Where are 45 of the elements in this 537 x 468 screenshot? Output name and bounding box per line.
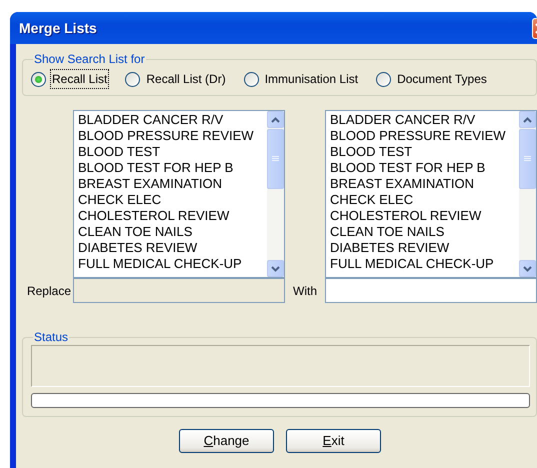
scroll-down-button[interactable] bbox=[519, 260, 536, 277]
list-item[interactable]: BLOOD TEST FOR HEP B bbox=[78, 160, 267, 176]
scroll-down-icon bbox=[271, 266, 280, 272]
list-item[interactable]: BLOOD PRESSURE REVIEW bbox=[78, 128, 267, 144]
list-item[interactable]: CLEAN TOE NAILS bbox=[78, 224, 267, 240]
window-title: Merge Lists bbox=[19, 18, 98, 38]
radio-option[interactable]: Immunisation List bbox=[244, 69, 360, 89]
grip-icon bbox=[524, 156, 531, 162]
scroll-down-icon bbox=[523, 266, 532, 272]
list-item[interactable]: DIABETES REVIEW bbox=[78, 240, 267, 256]
list-item[interactable]: BLOOD TEST FOR HEP B bbox=[330, 160, 519, 176]
radio-option[interactable]: Document Types bbox=[376, 69, 489, 89]
list-item[interactable]: FULL MEDICAL CHECK-UP bbox=[78, 256, 267, 272]
list-item[interactable]: BLADDER CANCER R/V bbox=[330, 112, 519, 128]
exit-button[interactable]: Exit bbox=[286, 429, 381, 453]
list-item[interactable]: BLOOD TEST bbox=[330, 144, 519, 160]
list-box[interactable]: BLADDER CANCER R/V BLOOD PRESSURE REVIEW BLOOD TEST BLOOD TEST FOR HEP B BREAST EXAMINATION CHECK ELEC CHOLESTEROL REVIEW CLEAN TOE NAILS DIABETES REVIEW FULL MEDICAL CHECK-UP bbox=[325, 110, 537, 278]
scrollbar-thumb[interactable] bbox=[267, 129, 284, 189]
field-label: With bbox=[292, 282, 318, 300]
list-item[interactable]: BLADDER CANCER R/V bbox=[78, 112, 267, 128]
list-item[interactable]: CHECK ELEC bbox=[78, 192, 267, 208]
list-item[interactable]: CLEAN TOE NAILS bbox=[330, 224, 519, 240]
scroll-up-icon bbox=[271, 116, 280, 122]
change-button[interactable]: Change bbox=[179, 429, 274, 453]
field-label: Replace bbox=[26, 282, 72, 300]
list-item[interactable]: BLOOD PRESSURE REVIEW bbox=[330, 128, 519, 144]
scroll-up-button[interactable] bbox=[267, 111, 284, 128]
scroll-up-icon bbox=[523, 116, 532, 122]
list-item[interactable]: BREAST EXAMINATION bbox=[78, 176, 267, 192]
group-title: Status bbox=[33, 330, 70, 344]
text-field[interactable] bbox=[325, 278, 537, 303]
list-item[interactable]: CHOLESTEROL REVIEW bbox=[78, 208, 267, 224]
grip-icon bbox=[272, 156, 279, 162]
scroll-down-button[interactable] bbox=[267, 260, 284, 277]
group-title: Show Search List for bbox=[33, 52, 146, 66]
radio-option[interactable]: Recall List (Dr) bbox=[125, 69, 228, 89]
list-item[interactable]: BLOOD TEST bbox=[78, 144, 267, 160]
list-item[interactable]: BREAST EXAMINATION bbox=[330, 176, 519, 192]
list-item[interactable]: CHECK ELEC bbox=[330, 192, 519, 208]
list-box[interactable]: BLADDER CANCER R/V BLOOD PRESSURE REVIEW BLOOD TEST BLOOD TEST FOR HEP B BREAST EXAMINATION CHECK ELEC CHOLESTEROL REVIEW CLEAN TOE NAILS DIABETES REVIEW FULL MEDICAL CHECK-UP bbox=[73, 110, 285, 278]
list-item[interactable]: DIABETES REVIEW bbox=[330, 240, 519, 256]
list-item[interactable]: CHOLESTEROL REVIEW bbox=[330, 208, 519, 224]
list-item[interactable]: FULL MEDICAL CHECK-UP bbox=[330, 256, 519, 272]
scrollbar-thumb[interactable] bbox=[519, 129, 536, 189]
scroll-up-button[interactable] bbox=[519, 111, 536, 128]
